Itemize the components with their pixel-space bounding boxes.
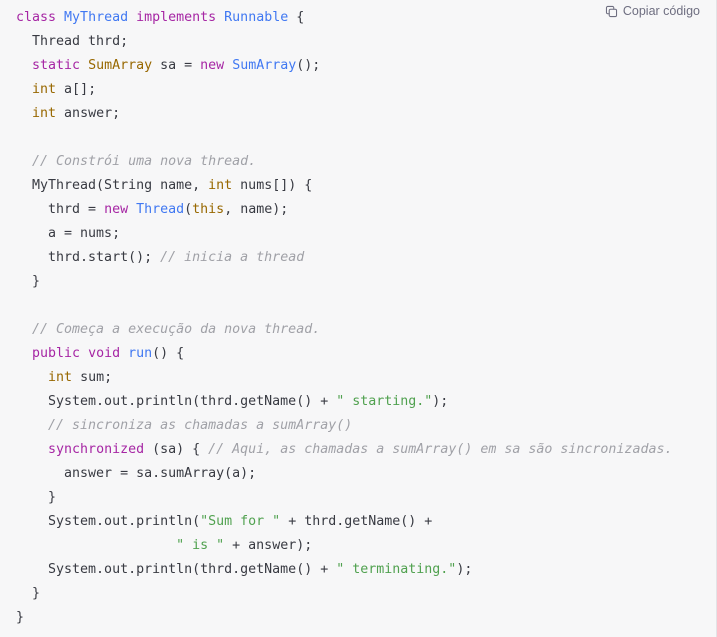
code-token-plain: } <box>16 586 41 601</box>
code-token-plain: sa = <box>152 58 201 73</box>
code-token-keyword: new <box>104 202 137 217</box>
code-token-plain: } <box>16 274 41 289</box>
code-token-comment: // Começa a execução da nova thread. <box>16 322 321 337</box>
code-token-plain: } <box>16 610 25 625</box>
code-line: answer = sa.sumArray(a); <box>16 462 672 486</box>
code-token-plain: System.out.println(thrd.getName() + <box>16 562 337 577</box>
code-token-plain: , name); <box>224 202 289 217</box>
code-token-plain: thrd = <box>16 202 105 217</box>
code-token-keyword: static <box>32 58 89 73</box>
code-line: Thread thrd; <box>16 30 672 54</box>
code-token-comment: // Aqui, as chamadas a sumArray() em sa … <box>208 442 673 457</box>
code-token-builtin: int <box>32 82 57 97</box>
code-line: class MyThread implements Runnable { <box>16 6 672 30</box>
code-token-comment: // inicia a thread <box>160 250 305 265</box>
code-line: static SumArray sa = new SumArray(); <box>16 54 672 78</box>
code-line: " is " + answer); <box>16 534 672 558</box>
code-content[interactable]: class MyThread implements Runnable { Thr… <box>0 0 688 637</box>
code-line: System.out.println("Sum for " + thrd.get… <box>16 510 672 534</box>
code-token-plain: thrd.start(); <box>16 250 161 265</box>
code-token-builtin: int <box>208 178 233 193</box>
code-token-plain: answer = sa.sumArray(a); <box>16 466 257 481</box>
code-line: } <box>16 486 672 510</box>
code-token-string: " terminating." <box>336 562 457 577</box>
code-token-plain: (); <box>296 58 321 73</box>
code-token-builtin: this <box>192 202 225 217</box>
code-token-plain: Thread thrd; <box>16 34 129 49</box>
code-token-comment: // sincroniza as chamadas a sumArray() <box>16 418 353 433</box>
code-token-plain: a = nums; <box>16 226 121 241</box>
code-line: } <box>16 606 672 630</box>
code-line: System.out.println(thrd.getName() + " st… <box>16 390 672 414</box>
code-token-plain: System.out.println(thrd.getName() + <box>16 394 337 409</box>
code-token-plain: ( <box>184 202 193 217</box>
code-block: Copiar código class MyThread implements … <box>0 0 717 637</box>
code-token-plain: a[]; <box>56 82 97 97</box>
code-token-plain: { <box>296 10 305 25</box>
code-token-plain: + thrd.getName() + <box>280 514 433 529</box>
code-line: int answer; <box>16 102 672 126</box>
code-line: } <box>16 582 672 606</box>
code-token-comment: // Constrói uma nova thread. <box>16 154 257 169</box>
code-token-keyword: void <box>88 346 129 361</box>
code-line: int a[]; <box>16 78 672 102</box>
code-token-string: "Sum for " <box>200 514 281 529</box>
code-token-plain: answer; <box>56 106 121 121</box>
code-token-string: " starting." <box>336 394 433 409</box>
code-line: thrd = new Thread(this, name); <box>16 198 672 222</box>
code-token-builtin: SumArray <box>88 58 153 73</box>
code-token-type: SumArray <box>232 58 297 73</box>
code-token-plain: (sa) { <box>152 442 209 457</box>
code-token-plain: System.out.println( <box>16 514 201 529</box>
code-line: // sincroniza as chamadas a sumArray() <box>16 414 672 438</box>
code-token-plain: nums[]) { <box>232 178 313 193</box>
code-token-plain: () { <box>152 346 185 361</box>
code-token-plain: ); <box>456 562 473 577</box>
code-token-plain: + answer); <box>224 538 313 553</box>
code-token-plain: sum; <box>72 370 113 385</box>
code-token-keyword: new <box>200 58 233 73</box>
code-token-builtin: int <box>48 370 73 385</box>
code-line: } <box>16 270 672 294</box>
code-token-keyword: public <box>32 346 89 361</box>
code-token-plain: } <box>16 490 57 505</box>
code-token-type: Thread <box>136 202 185 217</box>
code-line: // Constrói uma nova thread. <box>16 150 672 174</box>
code-token-function: run <box>128 346 153 361</box>
code-token-string: " is " <box>176 538 225 553</box>
code-token-builtin: int <box>32 106 57 121</box>
code-line: int sum; <box>16 366 672 390</box>
code-token-type: Runnable <box>224 10 297 25</box>
code-token-plain: ); <box>432 394 449 409</box>
code-line: public void run() { <box>16 342 672 366</box>
code-token-keyword: implements <box>136 10 225 25</box>
code-token-keyword: class <box>16 10 65 25</box>
code-line: thrd.start(); // inicia a thread <box>16 246 672 270</box>
code-line: MyThread(String name, int nums[]) { <box>16 174 672 198</box>
code-token-plain: MyThread(String name, <box>16 178 209 193</box>
code-token-keyword: synchronized <box>48 442 153 457</box>
code-line: synchronized (sa) { // Aqui, as chamadas… <box>16 438 672 462</box>
code-line: System.out.println(thrd.getName() + " te… <box>16 558 672 582</box>
code-line: // Começa a execução da nova thread. <box>16 318 672 342</box>
code-token-type: MyThread <box>64 10 137 25</box>
code-line: a = nums; <box>16 222 672 246</box>
